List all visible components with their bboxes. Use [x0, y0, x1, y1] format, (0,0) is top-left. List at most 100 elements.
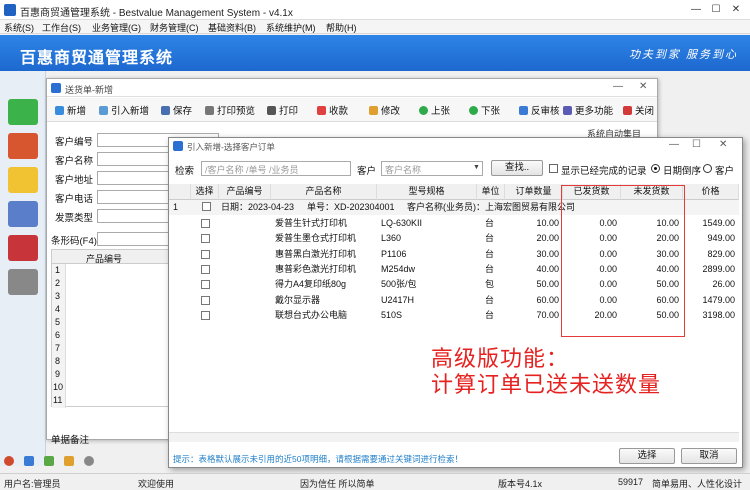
product-name: 戴尔显示器	[275, 294, 321, 305]
row-number: 8	[55, 356, 61, 366]
import-window-title-bar: 引入新增-选择客户订单 — ☐ ✕	[169, 138, 742, 154]
more-functions-button[interactable]: 更多功能	[563, 103, 613, 117]
small-info-icon[interactable]	[84, 456, 94, 466]
import-window-minimize[interactable]: —	[669, 139, 679, 150]
row-checkbox[interactable]	[201, 264, 210, 274]
product-id-header: 产品编号	[86, 254, 123, 264]
menu-help[interactable]: 帮助(H)	[326, 21, 357, 34]
product-unit: 台	[485, 309, 495, 320]
maximize-button[interactable]: ☐	[708, 2, 724, 18]
search-input[interactable]: /客户名称 /单号 /业务员	[201, 161, 351, 176]
group-date: 日期：2023-04-23	[221, 202, 295, 212]
menu-maintenance[interactable]: 系统维护(M)	[266, 21, 316, 34]
column-header-price[interactable]: 价格	[683, 184, 739, 200]
product-unit: 台	[485, 263, 495, 274]
group-checkbox[interactable]	[202, 202, 211, 211]
import-window-title: 引入新增-选择客户订单	[187, 142, 275, 152]
import-new-button[interactable]: 引入新增	[99, 103, 149, 117]
horizontal-scrollbar[interactable]	[169, 432, 739, 442]
price: 26.00	[712, 279, 735, 290]
chevron-down-icon[interactable]: ▼	[473, 164, 480, 171]
cancel-button[interactable]: 取消	[681, 448, 737, 464]
menu-finance[interactable]: 财务管理(C)	[150, 21, 199, 34]
delivery-window-minimize[interactable]: —	[613, 81, 623, 92]
row-checkbox[interactable]	[201, 249, 210, 259]
chart-icon[interactable]	[8, 201, 38, 227]
import-icon	[99, 106, 108, 115]
product-name: 惠普黑白激光打印机	[275, 248, 357, 259]
product-name: 惠普彩色激光打印机	[275, 263, 357, 274]
sort-customer-label: 客户	[715, 166, 735, 177]
product-unit: 台	[485, 248, 495, 259]
price: 1549.00	[702, 218, 735, 228]
menu-basic-data[interactable]: 基础资料(B)	[208, 21, 256, 34]
save-button[interactable]: 保存	[161, 103, 192, 117]
order-grid: 选择 产品编号 产品名称 型号规格 单位 订单数量 已发货数 未发货数 价格 1…	[169, 184, 739, 459]
select-button[interactable]: 选择	[619, 448, 675, 464]
sort-date-label: 日期倒序	[663, 166, 702, 177]
edit-button[interactable]: 修改	[369, 103, 400, 117]
more-icon	[563, 106, 572, 115]
receive-payment-button[interactable]: 收款	[317, 103, 348, 117]
menu-business[interactable]: 业务管理(G)	[92, 21, 141, 34]
menu-workbench[interactable]: 工作台(S)	[42, 21, 81, 34]
row-checkbox[interactable]	[201, 295, 210, 305]
find-button[interactable]: 查找..	[491, 160, 543, 176]
minimize-button[interactable]: —	[688, 2, 704, 18]
row-number: 10	[53, 382, 64, 392]
product-model: 500张/包	[381, 279, 417, 290]
product-model: L360	[381, 233, 402, 244]
annotation-line-1: 高级版功能：	[431, 346, 570, 371]
home-icon[interactable]	[8, 133, 38, 159]
barcode-label: 条形码(F4)	[51, 236, 97, 247]
column-header-model[interactable]: 型号规格	[377, 184, 477, 200]
row-number: 2	[55, 278, 61, 288]
unapprove-button[interactable]: 反审核	[519, 103, 560, 117]
small-tool-icon[interactable]	[44, 456, 54, 466]
banner-slogan: 功夫到家 服务到心	[628, 49, 738, 61]
customer-id-label: 客户编号	[55, 137, 94, 148]
column-header-select[interactable]: 选择	[191, 184, 219, 200]
column-header-product-name[interactable]: 产品名称	[271, 184, 377, 200]
new-button[interactable]: 新增	[55, 103, 86, 117]
product-model: P1106	[381, 248, 407, 259]
check-icon[interactable]	[8, 99, 38, 125]
product-name: 得力A4复印纸80g	[275, 279, 347, 290]
row-checkbox[interactable]	[201, 219, 210, 228]
small-setting-icon[interactable]	[64, 456, 74, 466]
status-tagline: 简单易用、人性化设计	[652, 479, 743, 489]
gear-icon[interactable]	[8, 269, 38, 295]
small-help-icon[interactable]	[24, 456, 34, 466]
banner-title: 百惠商贸通管理系统	[20, 50, 174, 67]
import-window-close[interactable]: ✕	[719, 139, 727, 150]
menu-system[interactable]: 系统(S)	[4, 21, 34, 34]
column-header-product-id[interactable]: 产品编号	[219, 184, 271, 200]
previous-button[interactable]: 上张	[419, 103, 450, 117]
row-checkbox[interactable]	[201, 310, 210, 320]
row-number: 7	[55, 343, 61, 353]
close-button[interactable]: ✕	[728, 2, 744, 18]
customer-select[interactable]: 客户名称	[381, 161, 483, 176]
delivery-window-close[interactable]: ✕	[639, 81, 647, 92]
print-button[interactable]: 打印	[267, 103, 298, 117]
close-window-button[interactable]: 关闭	[623, 103, 654, 117]
row-number-column: 1 2 3 4 5 6 7 8 9 10 11	[52, 264, 66, 408]
show-completed-checkbox[interactable]	[549, 164, 558, 173]
row-checkbox[interactable]	[201, 280, 210, 290]
next-button[interactable]: 下张	[469, 103, 500, 117]
small-app-icon[interactable]	[4, 456, 14, 466]
folder-icon[interactable]	[8, 167, 38, 193]
sort-date-radio[interactable]	[651, 164, 660, 173]
order-qty: 40.00	[536, 263, 559, 274]
sort-customer-radio[interactable]	[703, 164, 712, 173]
row-checkbox[interactable]	[201, 234, 210, 244]
book-icon[interactable]	[8, 235, 38, 261]
delivery-toolbar: 新增 引入新增 保存 打印预览 打印 收款 修改 上张 下张 反审核 更多功能 …	[47, 98, 657, 122]
print-preview-button[interactable]: 打印预览	[205, 103, 255, 117]
import-window-maximize[interactable]: ☐	[692, 139, 701, 150]
search-label: 检索	[175, 166, 195, 177]
column-header-unit[interactable]: 单位	[477, 184, 505, 200]
status-motto: 因为信任 所以简单	[300, 479, 375, 489]
new-icon	[55, 106, 64, 115]
column-header-order-qty[interactable]: 订单数量	[505, 184, 563, 200]
